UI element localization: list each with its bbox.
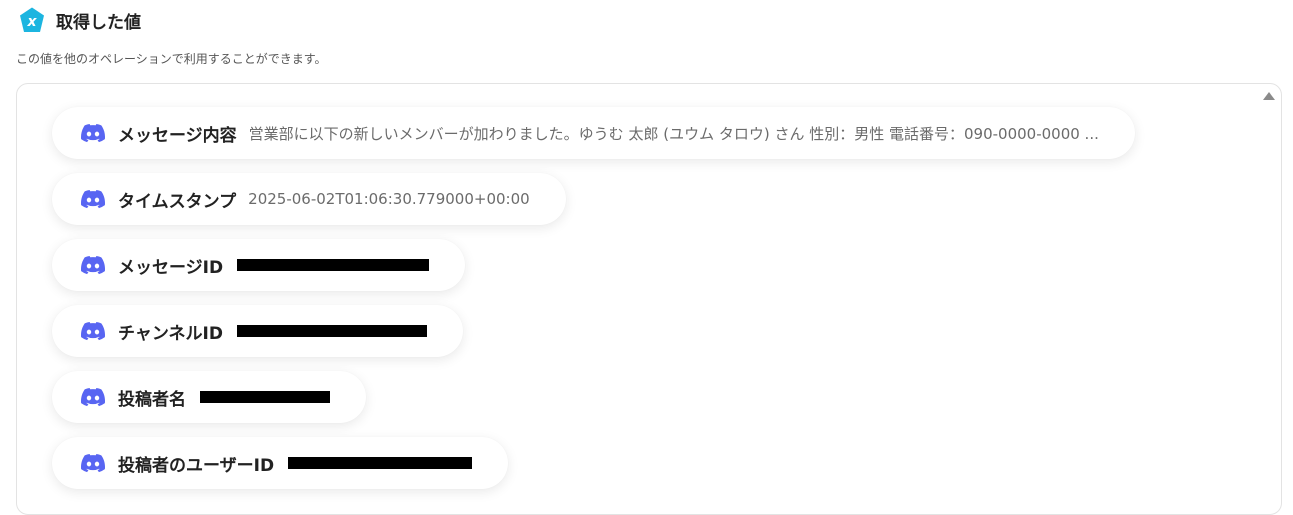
discord-icon [81,388,105,407]
value-chip-value: 2025-06-02T01:06:30.779000+00:00 [248,190,530,208]
value-chip-value: 営業部に以下の新しいメンバーが加わりました。ゆうむ 太郎 (ユウム タロウ) さ… [248,124,1099,143]
value-chip-label: チャンネルID [118,323,223,344]
discord-icon [81,322,105,341]
value-chip-timestamp[interactable]: タイムスタンプ 2025-06-02T01:06:30.779000+00:00 [52,173,566,225]
scroll-up-arrow-icon[interactable] [1263,92,1275,100]
redacted-value [288,457,473,469]
value-chip-label: 投稿者のユーザーID [118,455,275,476]
yoom-logo-icon: x [20,7,44,32]
section-header: x 取得した値 [18,6,141,34]
discord-icon [81,124,105,143]
value-chip-label: メッセージID [118,257,224,278]
discord-icon [81,256,105,275]
redacted-value [200,391,330,403]
redacted-value [237,259,430,271]
output-values-panel: メッセージ内容 営業部に以下の新しいメンバーが加わりました。ゆうむ 太郎 (ユウ… [16,83,1282,515]
value-chip-label: 投稿者名 [118,389,186,410]
value-chip-message-id[interactable]: メッセージID [52,239,466,291]
value-chip-label: メッセージ内容 [118,125,237,146]
section-title: 取得した値 [56,12,141,33]
value-chip-author-name[interactable]: 投稿者名 [52,371,366,423]
value-chip-message-content[interactable]: メッセージ内容 営業部に以下の新しいメンバーが加わりました。ゆうむ 太郎 (ユウ… [52,107,1135,159]
redacted-value [236,325,427,337]
value-chip-channel-id[interactable]: チャンネルID [52,305,463,357]
value-chip-label: タイムスタンプ [118,191,237,212]
section-description: この値を他のオペレーションで利用することができます。 [16,52,327,66]
svg-text:x: x [26,14,37,30]
discord-icon [81,454,105,473]
discord-icon [81,190,105,209]
value-chip-author-user-id[interactable]: 投稿者のユーザーID [52,437,509,489]
